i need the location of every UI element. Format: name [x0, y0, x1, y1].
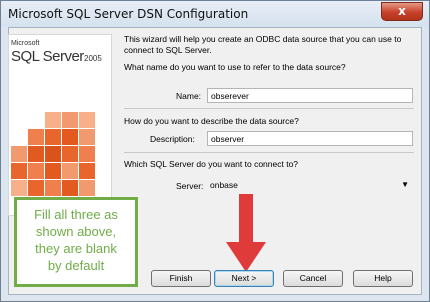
separator — [124, 108, 414, 109]
callout-line-4: by default — [47, 258, 105, 273]
server-question: Which SQL Server do you want to connect … — [124, 159, 299, 169]
separator — [124, 152, 414, 153]
next-button[interactable]: Next > — [214, 270, 274, 287]
description-question: How do you want to describe the data sou… — [124, 116, 299, 126]
logo-year-text: 2005 — [84, 54, 102, 63]
callout-line-1: Fill all three as — [34, 207, 118, 222]
title-bar: Microsoft SQL Server DSN Configuration x — [1, 1, 429, 27]
description-label: Description: — [150, 134, 195, 144]
callout-line-2: shown above, — [35, 224, 117, 239]
name-question: What name do you want to use to refer to… — [124, 62, 346, 72]
description-input[interactable]: observer — [207, 131, 413, 146]
callout-line-3: they are blank — [35, 241, 117, 256]
name-input[interactable]: obserever — [207, 88, 413, 103]
finish-button[interactable]: Finish — [151, 270, 211, 287]
instruction-callout: Fill all three as shown above, they are … — [14, 197, 138, 287]
help-button[interactable]: Help — [353, 270, 413, 287]
window-title: Microsoft SQL Server DSN Configuration — [8, 7, 249, 21]
arrow-annotation — [226, 194, 266, 272]
server-label: Server: — [176, 181, 204, 191]
server-select[interactable]: onbase ▼ — [207, 178, 413, 193]
logo-sql-server-text: SQL Server — [11, 48, 84, 65]
logo-microsoft-text: Microsoft — [11, 40, 40, 47]
close-button[interactable]: x — [381, 2, 423, 21]
intro-line-2: connect to SQL Server. — [124, 45, 212, 55]
server-select-value: onbase — [210, 180, 238, 190]
name-label: Name: — [176, 91, 202, 101]
chevron-down-icon[interactable]: ▼ — [401, 180, 409, 189]
intro-line-1: This wizard will help you create an ODBC… — [124, 34, 402, 44]
arrow-head — [226, 242, 266, 272]
arrow-shaft — [239, 194, 253, 244]
cancel-button[interactable]: Cancel — [283, 270, 343, 287]
